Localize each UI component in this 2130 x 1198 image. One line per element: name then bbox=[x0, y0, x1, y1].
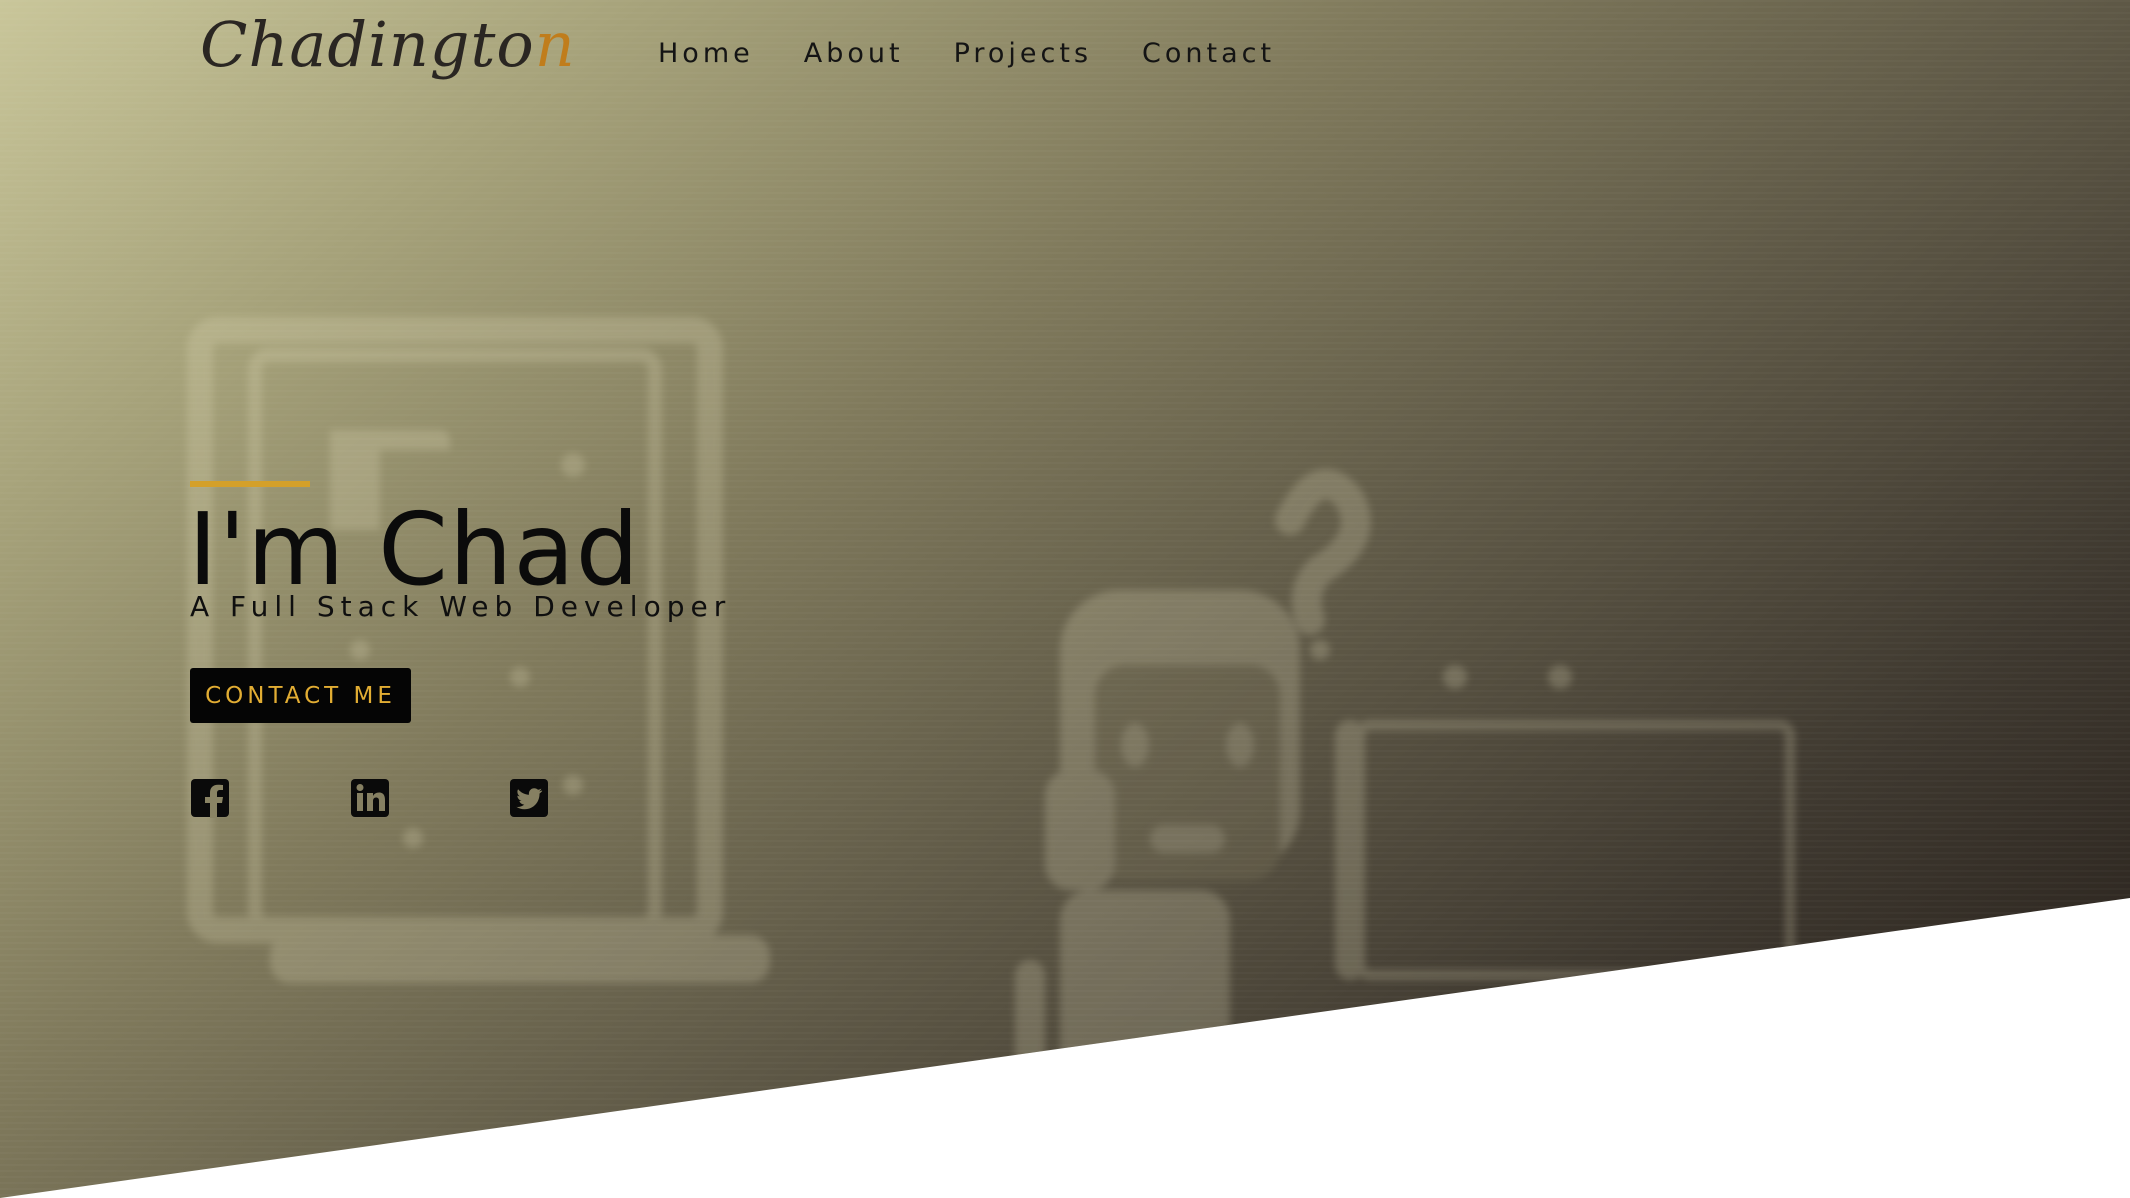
main-nav: Home About Projects Contact bbox=[658, 38, 1275, 69]
logo-text-accent: n bbox=[534, 8, 576, 81]
page: Chadington Home About Projects Contact I… bbox=[0, 0, 2130, 1198]
facebook-icon bbox=[191, 779, 229, 818]
nav-home[interactable]: Home bbox=[658, 38, 754, 69]
site-logo[interactable]: Chadington bbox=[200, 8, 576, 81]
nav-contact[interactable]: Contact bbox=[1142, 38, 1275, 69]
twitter-icon bbox=[510, 779, 548, 817]
nav-projects[interactable]: Projects bbox=[954, 38, 1092, 69]
linkedin-icon bbox=[351, 779, 389, 817]
linkedin-link[interactable] bbox=[350, 778, 390, 818]
contact-me-button[interactable]: CONTACT ME bbox=[190, 668, 411, 723]
title-accent-bar bbox=[190, 481, 310, 487]
twitter-link[interactable] bbox=[509, 778, 549, 818]
hero-subtitle: A Full Stack Web Developer bbox=[190, 590, 732, 623]
logo-text: Chadingto bbox=[200, 8, 535, 81]
facebook-link[interactable] bbox=[190, 778, 230, 818]
nav-about[interactable]: About bbox=[804, 38, 904, 69]
